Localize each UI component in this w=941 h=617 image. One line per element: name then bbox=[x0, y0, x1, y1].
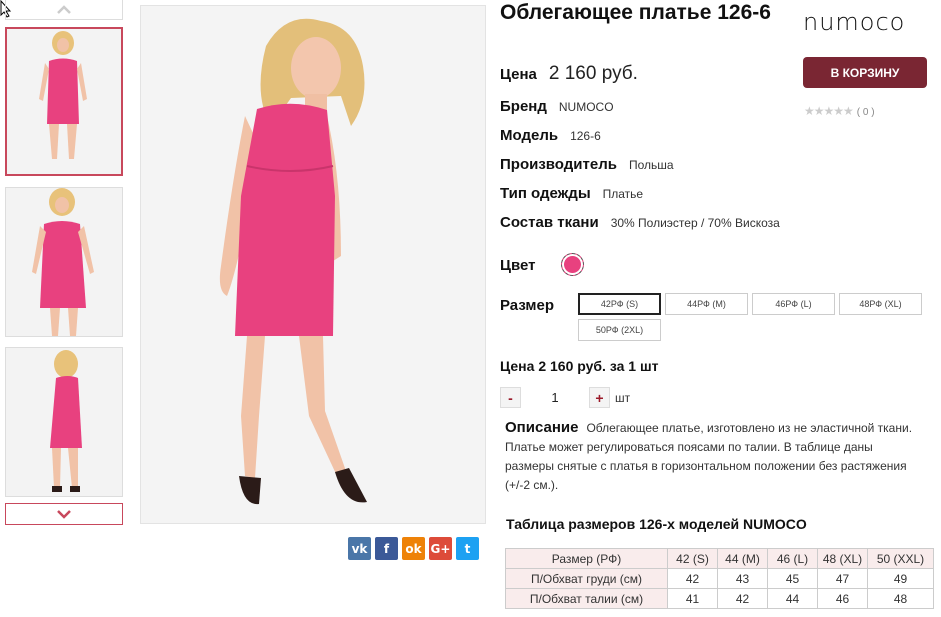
facebook-share-icon[interactable]: f bbox=[375, 537, 398, 560]
table-cell: П/Обхват талии (см) bbox=[505, 588, 668, 609]
table-cell: 46 bbox=[817, 588, 868, 609]
quantity-increase-button[interactable]: + bbox=[589, 387, 610, 408]
attribute-model: Модель 126-6 bbox=[500, 127, 601, 144]
thumbnail-2-image bbox=[6, 188, 122, 336]
add-to-cart-button[interactable]: В КОРЗИНУ bbox=[803, 57, 927, 88]
thumbnail-1-image bbox=[7, 29, 121, 174]
table-cell: 48 bbox=[867, 588, 934, 609]
price-row: Цена 2 160 руб. bbox=[500, 63, 638, 85]
attribute-manufacturer: Производитель Польша bbox=[500, 156, 674, 173]
thumbnails-scroll-up-button[interactable] bbox=[5, 0, 123, 20]
size-option-46[interactable]: 46РФ (L) bbox=[752, 293, 835, 315]
vk-share-icon[interactable]: vk bbox=[348, 537, 371, 560]
chevron-down-icon bbox=[57, 510, 71, 519]
attribute-label: Тип одежды bbox=[500, 185, 591, 202]
attribute-value: 126-6 bbox=[570, 129, 601, 143]
table-header-cell: 50 (XXL) bbox=[867, 548, 934, 569]
attribute-value: Платье bbox=[602, 187, 644, 201]
size-table: Размер (РФ) 42 (S) 44 (M) 46 (L) 48 (XL)… bbox=[505, 548, 934, 609]
quantity-unit: шт bbox=[615, 391, 631, 405]
rating[interactable]: ★★★★★( 0 ) bbox=[804, 104, 875, 118]
table-cell: 43 bbox=[717, 568, 768, 589]
thumbnail-3-image bbox=[6, 348, 122, 496]
size-option-50[interactable]: 50РФ (2XL) bbox=[578, 319, 661, 341]
table-cell: 47 bbox=[817, 568, 868, 589]
size-option-48[interactable]: 48РФ (XL) bbox=[839, 293, 922, 315]
quantity-input[interactable]: 1 bbox=[540, 387, 570, 408]
attribute-label: Бренд bbox=[500, 98, 547, 115]
chevron-up-icon bbox=[57, 4, 71, 14]
table-header-cell: 42 (S) bbox=[667, 548, 718, 569]
thumbnail-2[interactable] bbox=[5, 187, 123, 337]
size-option-44[interactable]: 44РФ (M) bbox=[665, 293, 748, 315]
attribute-value: NUMOCO bbox=[558, 100, 614, 114]
attribute-fabric: Состав ткани 30% Полиэстер / 70% Вискоза bbox=[500, 214, 780, 231]
attribute-label: Модель bbox=[500, 127, 559, 144]
description: Описание Облегающее платье, изготовлено и… bbox=[505, 418, 925, 495]
share-buttons: vk f ok G+ t bbox=[348, 537, 479, 560]
size-row: Размер bbox=[500, 297, 566, 314]
quantity-decrease-button[interactable]: - bbox=[500, 387, 521, 408]
attribute-value: 30% Полиэстер / 70% Вискоза bbox=[610, 216, 780, 230]
price-value: 2 160 руб. bbox=[548, 63, 638, 84]
color-row: Цвет bbox=[500, 257, 547, 274]
attribute-brand: Бренд NUMOCO bbox=[500, 98, 614, 115]
table-cell: 49 bbox=[867, 568, 934, 589]
thumbnails-scroll-down-button[interactable] bbox=[5, 503, 123, 525]
attribute-clothing-type: Тип одежды Платье bbox=[500, 185, 643, 202]
table-cell: 42 bbox=[667, 568, 718, 589]
price-label: Цена bbox=[500, 66, 537, 83]
table-cell: П/Обхват груди (см) bbox=[505, 568, 668, 589]
table-cell: 44 bbox=[767, 588, 818, 609]
product-title: Облегающее платье 126-6 bbox=[500, 1, 771, 24]
table-row: П/Обхват талии (см) 41 42 44 46 48 bbox=[505, 588, 934, 609]
rating-count: ( 0 ) bbox=[856, 107, 875, 118]
table-header-cell: Размер (РФ) bbox=[505, 548, 668, 569]
order-price-line: Цена 2 160 руб. за 1 шт bbox=[500, 358, 659, 374]
table-cell: 45 bbox=[767, 568, 818, 589]
thumbnail-1[interactable] bbox=[5, 27, 123, 176]
order-price-row: Цена 2 160 руб. за 1 шт bbox=[500, 358, 670, 374]
description-label: Описание bbox=[505, 419, 579, 436]
table-cell: 42 bbox=[717, 588, 768, 609]
attribute-value: Польша bbox=[628, 158, 674, 172]
rating-stars-icon: ★★★★★ bbox=[804, 104, 854, 118]
attribute-label: Производитель bbox=[500, 156, 617, 173]
color-label: Цвет bbox=[500, 257, 536, 274]
attribute-label: Состав ткани bbox=[500, 214, 599, 231]
table-header-cell: 44 (M) bbox=[717, 548, 768, 569]
table-header-row: Размер (РФ) 42 (S) 44 (M) 46 (L) 48 (XL)… bbox=[505, 548, 934, 569]
model-in-dress-image bbox=[141, 6, 485, 523]
size-table-title: Таблица размеров 126-х моделей NUMOCO bbox=[506, 516, 807, 532]
main-product-image[interactable] bbox=[140, 5, 486, 524]
brand-logo[interactable]: numoco bbox=[803, 8, 905, 36]
size-label: Размер bbox=[500, 297, 555, 314]
color-swatch-pink[interactable] bbox=[561, 253, 584, 276]
thumbnail-3[interactable] bbox=[5, 347, 123, 497]
google-plus-share-icon[interactable]: G+ bbox=[429, 537, 452, 560]
table-row: П/Обхват груди (см) 42 43 45 47 49 bbox=[505, 568, 934, 589]
table-cell: 41 bbox=[667, 588, 718, 609]
table-header-cell: 48 (XL) bbox=[817, 548, 868, 569]
twitter-share-icon[interactable]: t bbox=[456, 537, 479, 560]
odnoklassniki-share-icon[interactable]: ok bbox=[402, 537, 425, 560]
size-option-42[interactable]: 42РФ (S) bbox=[578, 293, 661, 315]
table-header-cell: 46 (L) bbox=[767, 548, 818, 569]
